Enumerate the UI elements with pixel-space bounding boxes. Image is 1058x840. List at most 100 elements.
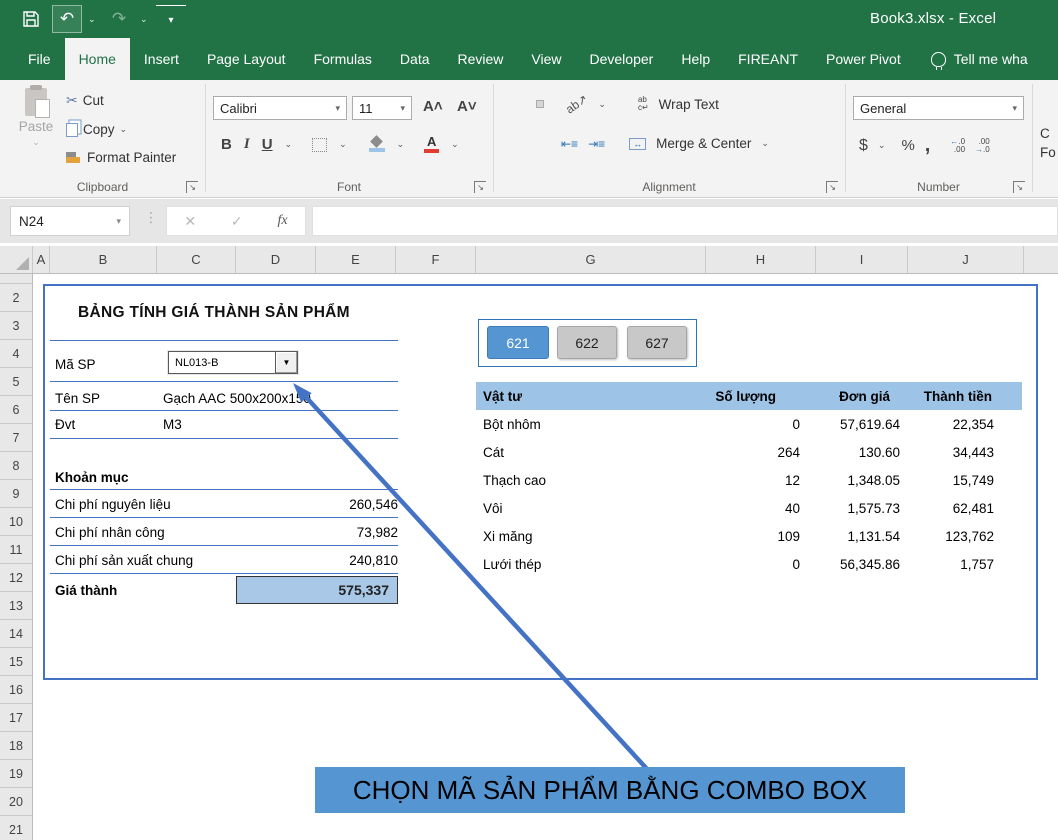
wrap-text-button[interactable]: Wrap Text xyxy=(659,97,719,112)
tab-home[interactable]: Home xyxy=(65,38,130,80)
orientation-dropdown-icon[interactable]: ⌄ xyxy=(598,99,606,110)
select-all-button[interactable] xyxy=(0,246,33,273)
save-icon[interactable] xyxy=(16,5,46,33)
cost-item-label[interactable]: Chi phí nhân công xyxy=(55,525,165,540)
cancel-icon[interactable]: ✕ xyxy=(184,213,196,230)
align-right-button[interactable] xyxy=(537,141,543,147)
row-header[interactable]: 20 xyxy=(0,788,32,816)
fill-color-dropdown-icon[interactable]: ⌄ xyxy=(397,139,405,150)
accounting-dropdown-icon[interactable]: ⌄ xyxy=(878,140,886,151)
increase-indent-button[interactable]: ⇥≡ xyxy=(588,137,605,151)
column-header-d[interactable]: D xyxy=(236,246,316,273)
total-cost-label[interactable]: Giá thành xyxy=(55,583,117,598)
cost-item-value[interactable]: 260,546 xyxy=(248,497,398,512)
table-row[interactable]: Thạch cao 12 1,348.05 15,749 xyxy=(476,466,1022,494)
column-header-g[interactable]: G xyxy=(476,246,706,273)
dvt-value[interactable]: M3 xyxy=(163,417,182,432)
tab-help[interactable]: Help xyxy=(667,38,724,80)
row-header[interactable]: 11 xyxy=(0,536,32,564)
tab-fireant[interactable]: FIREANT xyxy=(724,38,812,80)
font-color-button[interactable]: A xyxy=(424,136,439,153)
column-header-c[interactable]: C xyxy=(157,246,236,273)
dvt-label[interactable]: Đvt xyxy=(55,417,75,432)
cost-item-label[interactable]: Chi phí nguyên liệu xyxy=(55,497,171,512)
row-header[interactable]: 4 xyxy=(0,340,32,368)
enter-icon[interactable]: ✓ xyxy=(231,213,243,230)
row-header-1-partial[interactable] xyxy=(0,274,32,284)
account-button-627[interactable]: 627 xyxy=(627,326,687,359)
increase-font-size-button[interactable]: A˄ xyxy=(423,98,443,115)
undo-button[interactable]: ↶ xyxy=(52,5,82,33)
tab-insert[interactable]: Insert xyxy=(130,38,193,80)
row-header[interactable]: 21 xyxy=(0,816,32,840)
column-header-h[interactable]: H xyxy=(706,246,816,273)
percent-style-button[interactable]: % xyxy=(901,137,914,154)
decrease-indent-button[interactable]: ⇤≡ xyxy=(561,137,578,151)
redo-dropdown-icon[interactable]: ⌄ xyxy=(140,14,150,25)
row-header[interactable]: 19 xyxy=(0,760,32,788)
merge-center-button[interactable]: Merge & Center xyxy=(656,136,751,151)
format-painter-button[interactable]: Format Painter xyxy=(66,150,176,165)
tab-developer[interactable]: Developer xyxy=(576,38,668,80)
alignment-dialog-launcher-icon[interactable]: ↘ xyxy=(826,181,838,193)
row-header[interactable]: 7 xyxy=(0,424,32,452)
cost-section-header[interactable]: Khoản mục xyxy=(55,470,129,485)
ten-sp-label[interactable]: Tên SP xyxy=(55,391,100,406)
formula-bar-handle[interactable]: ⋮ xyxy=(144,209,158,226)
ten-sp-value[interactable]: Gạch AAC 500x200x150 xyxy=(163,391,311,406)
redo-button[interactable]: ↷ xyxy=(104,5,134,33)
cost-item-label[interactable]: Chi phí sản xuất chung xyxy=(55,553,193,568)
paste-button[interactable]: Paste ⌄ xyxy=(12,88,60,172)
row-header[interactable]: 8 xyxy=(0,452,32,480)
align-left-button[interactable] xyxy=(505,141,511,147)
column-header-e[interactable]: E xyxy=(316,246,396,273)
table-row[interactable]: Xi măng 109 1,131.54 123,762 xyxy=(476,522,1022,550)
decrease-decimal-button[interactable]: .00→.0 xyxy=(975,138,990,154)
accounting-format-button[interactable]: $ xyxy=(859,137,868,155)
table-row[interactable]: Bột nhôm 0 57,619.64 22,354 xyxy=(476,410,1022,438)
row-header[interactable]: 16 xyxy=(0,676,32,704)
fill-color-button[interactable] xyxy=(369,137,385,152)
name-box-dropdown-icon[interactable]: ▾ xyxy=(116,216,121,227)
font-size-select[interactable]: 11▾ xyxy=(352,96,412,120)
increase-decimal-button[interactable]: ←.0.00 xyxy=(950,138,965,154)
clipboard-dialog-launcher-icon[interactable]: ↘ xyxy=(186,181,198,193)
table-row[interactable]: Cát 264 130.60 34,443 xyxy=(476,438,1022,466)
row-header[interactable]: 12 xyxy=(0,564,32,592)
copy-button[interactable]: Copy ⌄ xyxy=(66,122,127,137)
bottom-align-button[interactable] xyxy=(537,101,543,107)
align-center-button[interactable] xyxy=(521,141,527,147)
table-row[interactable]: Vôi 40 1,575.73 62,481 xyxy=(476,494,1022,522)
row-header[interactable]: 9 xyxy=(0,480,32,508)
column-header-f[interactable]: F xyxy=(396,246,476,273)
number-format-select[interactable]: General▾ xyxy=(853,96,1024,120)
row-header[interactable]: 10 xyxy=(0,508,32,536)
font-dialog-launcher-icon[interactable]: ↘ xyxy=(474,181,486,193)
middle-align-button[interactable] xyxy=(521,101,527,107)
name-box[interactable]: N24 ▾ xyxy=(10,206,130,236)
row-header[interactable]: 18 xyxy=(0,732,32,760)
cost-item-value[interactable]: 73,982 xyxy=(248,525,398,540)
ma-sp-label[interactable]: Mã SP xyxy=(55,357,96,372)
decrease-font-size-button[interactable]: A˅ xyxy=(457,98,477,115)
customize-qat-icon[interactable]: ▾ xyxy=(156,5,186,33)
comma-style-button[interactable]: , xyxy=(925,134,931,157)
total-cost-value[interactable]: 575,337 xyxy=(236,576,398,604)
underline-dropdown-icon[interactable]: ⌄ xyxy=(285,139,293,150)
top-align-button[interactable] xyxy=(505,101,511,107)
underline-button[interactable]: U xyxy=(262,136,273,153)
combobox-dropdown-icon[interactable]: ▼ xyxy=(275,352,297,373)
row-header[interactable]: 17 xyxy=(0,704,32,732)
cost-item-value[interactable]: 240,810 xyxy=(248,553,398,568)
product-code-combobox[interactable]: NL013-B ▼ xyxy=(168,351,298,374)
number-dialog-launcher-icon[interactable]: ↘ xyxy=(1013,181,1025,193)
tab-data[interactable]: Data xyxy=(386,38,444,80)
row-header[interactable]: 3 xyxy=(0,312,32,340)
tab-power-pivot[interactable]: Power Pivot xyxy=(812,38,915,80)
account-button-621[interactable]: 621 xyxy=(487,326,549,359)
borders-dropdown-icon[interactable]: ⌄ xyxy=(339,139,347,150)
insert-function-icon[interactable]: fx xyxy=(277,213,287,229)
tab-review[interactable]: Review xyxy=(444,38,518,80)
row-header[interactable]: 6 xyxy=(0,396,32,424)
font-family-select[interactable]: Calibri▾ xyxy=(213,96,347,120)
